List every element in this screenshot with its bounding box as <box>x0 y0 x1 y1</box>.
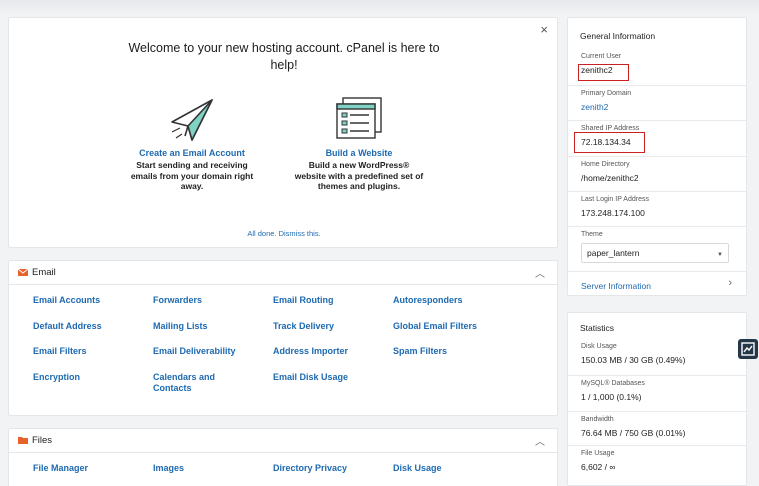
file-usage-value: 6,602 / ∞ <box>581 462 616 472</box>
home-dir-label: Home Directory <box>581 161 630 168</box>
global-email-filters-link[interactable]: Global Email Filters <box>393 321 543 347</box>
email-panel-title: Email <box>32 267 56 278</box>
encryption-link[interactable]: Encryption <box>33 372 153 398</box>
highlight-box <box>574 132 645 153</box>
website-builder-icon <box>336 97 382 139</box>
email-filters-link[interactable]: Email Filters <box>33 346 153 372</box>
statistics-panel: Statistics Disk Usage 150.03 MB / 30 GB … <box>567 312 747 486</box>
primary-domain-link[interactable]: zenith2 <box>581 102 608 112</box>
forwarders-link[interactable]: Forwarders <box>153 295 273 321</box>
images-link[interactable]: Images <box>153 463 273 486</box>
email-panel-header[interactable]: Email ︿ <box>9 261 557 285</box>
server-info-link[interactable]: Server Information <box>581 281 651 291</box>
theme-select-value: paper_lantern <box>587 248 640 258</box>
general-info-title: General Information <box>580 31 656 41</box>
file-usage-row: File Usage 6,602 / ∞ <box>568 445 746 481</box>
last-login-value: 173.248.174.100 <box>581 208 645 218</box>
create-email-link[interactable]: Create an Email Account <box>127 148 257 158</box>
bandwidth-row: Bandwidth 76.64 MB / 750 GB (0.01%) <box>568 411 746 447</box>
theme-label: Theme <box>581 231 603 238</box>
bandwidth-label: Bandwidth <box>581 416 614 423</box>
chevron-up-icon[interactable]: ︿ <box>535 433 545 448</box>
statistics-title: Statistics <box>580 323 615 333</box>
mysql-value: 1 / 1,000 (0.1%) <box>581 392 642 402</box>
email-deliverability-link[interactable]: Email Deliverability <box>153 346 273 372</box>
disk-usage-label: Disk Usage <box>581 343 617 350</box>
chevron-up-icon[interactable]: ︿ <box>535 265 545 280</box>
autoresponders-link[interactable]: Autoresponders <box>393 295 543 321</box>
build-website-link[interactable]: Build a Website <box>294 148 424 158</box>
file-usage-label: File Usage <box>581 450 615 457</box>
highlight-box <box>578 64 629 81</box>
directory-privacy-link[interactable]: Directory Privacy <box>273 463 393 486</box>
create-email-desc: Start sending and receiving emails from … <box>130 160 254 191</box>
email-routing-link[interactable]: Email Routing <box>273 295 393 321</box>
disk-usage-row: Disk Usage 150.03 MB / 30 GB (0.49%) <box>568 339 746 375</box>
line-chart-icon <box>741 342 755 356</box>
mailing-lists-link[interactable]: Mailing Lists <box>153 321 273 347</box>
theme-select[interactable]: paper_lantern ▼ <box>581 243 729 263</box>
files-panel: Files ︿ File Manager Images Directory Pr… <box>8 428 558 486</box>
welcome-title: Welcome to your new hosting account. cPa… <box>128 41 440 72</box>
primary-domain-row: Primary Domain zenith2 <box>568 85 746 120</box>
caret-down-icon: ▼ <box>717 252 723 258</box>
general-info-panel: General Information Current User zenithc… <box>567 17 747 296</box>
disk-usage-link[interactable]: Disk Usage <box>393 463 543 486</box>
file-manager-link[interactable]: File Manager <box>33 463 153 486</box>
last-login-label: Last Login IP Address <box>581 196 649 203</box>
folder-icon <box>18 437 28 444</box>
shared-ip-label: Shared IP Address <box>581 125 640 132</box>
email-links-grid: Email Accounts Forwarders Email Routing … <box>33 295 543 398</box>
track-delivery-link[interactable]: Track Delivery <box>273 321 393 347</box>
envelope-icon <box>18 268 28 276</box>
theme-row: Theme paper_lantern ▼ <box>568 226 746 271</box>
mysql-row: MySQL® Databases 1 / 1,000 (0.1%) <box>568 375 746 411</box>
paper-plane-icon <box>171 99 213 141</box>
top-bar <box>0 0 759 14</box>
stats-chart-button[interactable] <box>738 339 758 359</box>
email-panel: Email ︿ Email Accounts Forwarders Email … <box>8 260 558 416</box>
address-importer-link[interactable]: Address Importer <box>273 346 393 372</box>
primary-domain-label: Primary Domain <box>581 90 632 97</box>
default-address-link[interactable]: Default Address <box>33 321 153 347</box>
files-panel-header[interactable]: Files ︿ <box>9 429 557 453</box>
spam-filters-link[interactable]: Spam Filters <box>393 346 543 372</box>
build-website-desc: Build a new WordPress® website with a pr… <box>294 160 424 191</box>
calendars-contacts-link[interactable]: Calendars and Contacts <box>153 372 223 398</box>
files-panel-title: Files <box>32 435 53 446</box>
disk-usage-value: 150.03 MB / 30 GB (0.49%) <box>581 355 686 365</box>
welcome-card: × Welcome to your new hosting account. c… <box>8 17 558 248</box>
email-disk-usage-link[interactable]: Email Disk Usage <box>273 372 393 398</box>
dismiss-link[interactable]: All done. Dismiss this. <box>9 229 559 238</box>
mysql-label: MySQL® Databases <box>581 380 645 387</box>
close-icon[interactable]: × <box>540 22 548 37</box>
bandwidth-value: 76.64 MB / 750 GB (0.01%) <box>581 428 686 438</box>
build-website-option[interactable]: Build a Website Build a new WordPress® w… <box>294 96 424 192</box>
create-email-option[interactable]: Create an Email Account Start sending an… <box>127 96 257 192</box>
home-dir-row: Home Directory /home/zenithc2 <box>568 156 746 191</box>
home-dir-value: /home/zenithc2 <box>581 173 639 183</box>
email-accounts-link[interactable]: Email Accounts <box>33 295 153 321</box>
current-user-label: Current User <box>581 53 622 60</box>
chevron-right-icon[interactable]: › <box>728 277 732 289</box>
last-login-row: Last Login IP Address 173.248.174.100 <box>568 191 746 226</box>
files-links-grid: File Manager Images Directory Privacy Di… <box>33 463 543 486</box>
